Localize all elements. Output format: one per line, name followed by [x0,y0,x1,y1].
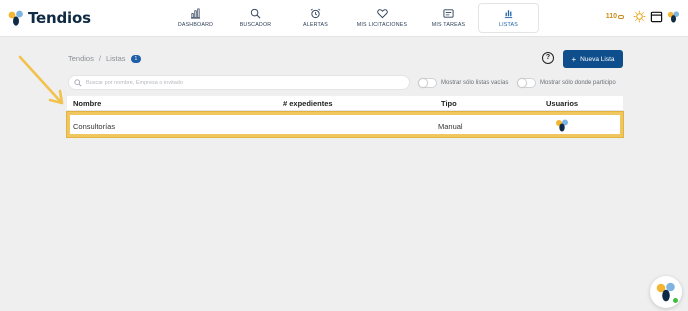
sun-icon[interactable] [633,10,646,23]
cell-nombre: Consultorías [73,122,116,131]
nav-label: BUSCADOR [239,22,272,28]
nav-label: DASHBOARD [177,22,214,28]
credits-counter[interactable]: 110 [606,13,624,20]
nav-mis-licitaciones[interactable]: MIS LICITACIONES [346,4,418,32]
tasks-icon [443,9,454,18]
toggle-label: Mostrar sólo listas vacías [441,80,509,86]
brand-name: Tendios [28,9,91,27]
toggle-participating[interactable]: Mostrar sólo donde participo [517,78,616,88]
list-count-badge: 1 [130,54,142,63]
nav-label: MIS TAREAS [431,22,466,28]
breadcrumb-current: Listas [105,54,126,63]
table-row[interactable]: Consultorías Manual [66,111,624,138]
annotation-arrow-icon [18,55,64,105]
nav-label: LISTAS [498,22,519,28]
search-bar[interactable] [68,75,410,90]
nav-dashboard[interactable]: DASHBOARD [166,4,225,32]
alarm-clock-icon [310,8,321,19]
help-button[interactable]: ? [542,52,554,64]
nav-label: ALERTAS [302,22,329,28]
online-status-dot [672,297,679,304]
search-icon [74,78,82,86]
lists-table: Nombre # expedientes Tipo Usuarios Consu… [66,96,624,138]
column-header-expedientes[interactable]: # expedientes [283,99,333,108]
search-icon [250,8,261,19]
main-nav: DASHBOARD BUSCADOR ALERTAS MIS LICITACIO… [166,4,539,32]
brand[interactable]: Tendios [8,9,91,27]
coin-icon [618,14,624,19]
plus-icon: + [571,54,577,64]
nav-label: MIS LICITACIONES [356,22,408,28]
toggle-switch[interactable] [418,78,437,88]
user-avatar-icon[interactable] [667,10,680,23]
bar-chart-icon [190,8,201,19]
column-header-usuarios[interactable]: Usuarios [546,99,578,108]
search-input[interactable] [86,79,386,86]
toggle-label: Mostrar sólo donde participo [540,80,616,86]
nav-buscador[interactable]: BUSCADOR [226,4,285,32]
nav-alertas[interactable]: ALERTAS [286,4,345,32]
column-header-tipo[interactable]: Tipo [441,99,457,108]
toggle-empty-lists[interactable]: Mostrar sólo listas vacías [418,78,508,88]
tendios-logo-icon [8,10,23,26]
new-list-button[interactable]: + Nueva Lista [563,50,623,68]
toggle-switch[interactable] [517,78,536,88]
breadcrumb-root[interactable]: Tendios [68,54,94,63]
nav-mis-tareas[interactable]: MIS TAREAS [419,4,478,32]
column-header-nombre[interactable]: Nombre [73,99,101,108]
breadcrumb: Tendios / Listas 1 [68,54,142,63]
calendar-icon[interactable] [650,10,663,23]
user-avatar-icon[interactable] [555,118,569,132]
list-chart-icon [504,10,513,19]
support-chat-button[interactable] [650,276,682,308]
cell-tipo: Manual [438,122,463,131]
breadcrumb-separator: / [98,54,101,63]
top-navbar: Tendios DASHBOARD BUSCADOR ALERTAS MIS L… [0,0,688,37]
new-list-label: Nueva Lista [580,55,615,63]
nav-listas[interactable]: LISTAS [479,4,538,32]
header-actions: 110 [606,10,680,23]
heart-icon [376,9,388,19]
credits-value: 110 [605,13,617,20]
table-header: Nombre # expedientes Tipo Usuarios [67,96,623,111]
